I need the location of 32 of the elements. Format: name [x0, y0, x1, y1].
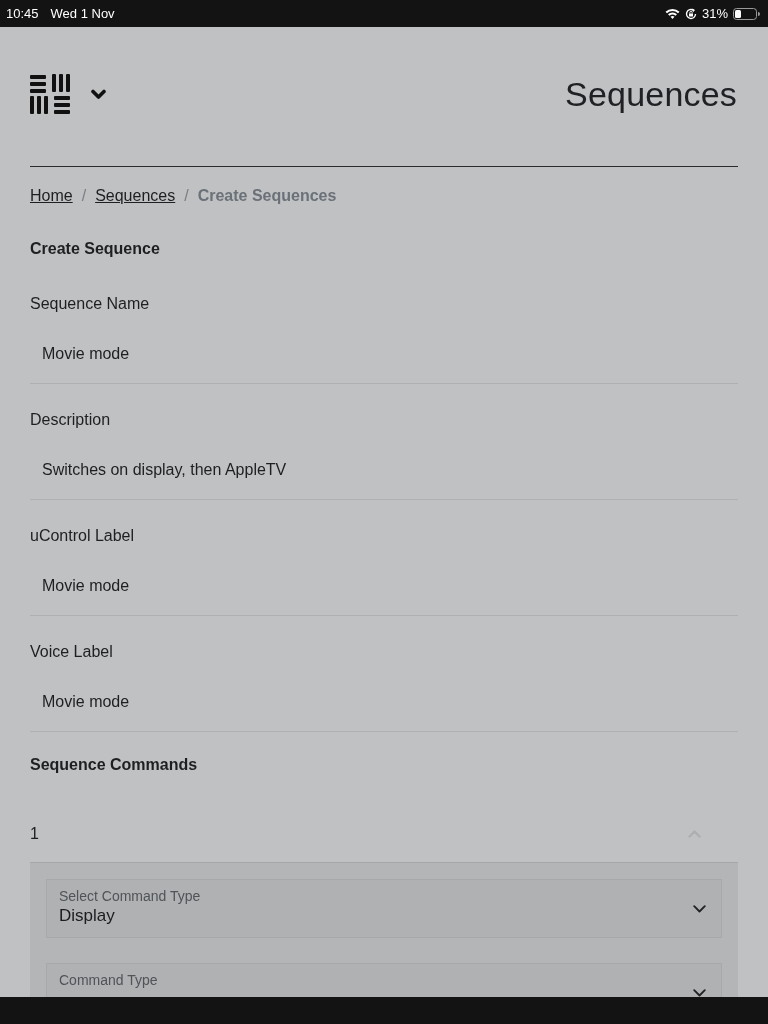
- rotation-lock-icon: [684, 7, 697, 20]
- wifi-icon: [664, 8, 680, 19]
- text-field[interactable]: Movie mode: [30, 556, 738, 616]
- field-label: Voice Label: [30, 642, 114, 662]
- breadcrumb-separator: /: [184, 186, 189, 206]
- chevron-down-icon: [693, 904, 706, 913]
- select-field[interactable]: Select Command Type Display: [46, 879, 722, 938]
- floating-label: Select Command Type: [59, 887, 201, 905]
- chevron-down-icon: [693, 988, 706, 997]
- battery-percent: 31%: [701, 6, 728, 21]
- field-label: Description: [30, 410, 112, 430]
- text-field[interactable]: Movie mode: [30, 324, 738, 384]
- page-title: Sequences: [565, 74, 737, 114]
- command-number: 1: [30, 824, 39, 844]
- section-title: Sequence Commands: [30, 755, 199, 775]
- battery-icon: [733, 7, 760, 20]
- breadcrumb-separator: /: [81, 186, 87, 206]
- breadcrumb-current: Create Sequences: [197, 186, 337, 206]
- logo-icon: [30, 74, 70, 114]
- text-field[interactable]: Movie mode: [30, 672, 738, 732]
- breadcrumb-link[interactable]: Sequences: [95, 186, 176, 206]
- selected-value: Display: [59, 905, 115, 927]
- status-time: 10:45: [6, 6, 39, 21]
- field-label: uControl Label: [30, 526, 136, 546]
- breadcrumb-link[interactable]: Home: [30, 186, 73, 206]
- chevron-down-icon[interactable]: [91, 88, 106, 100]
- select-field[interactable]: Command Type: [46, 963, 722, 997]
- text-field[interactable]: Switches on display, then AppleTV: [30, 440, 738, 500]
- field-label: Sequence Name: [30, 294, 151, 314]
- floating-label: Command Type: [59, 971, 158, 989]
- section-title: Create Sequence: [30, 239, 161, 259]
- status-date: Wed 1 Nov: [50, 6, 115, 21]
